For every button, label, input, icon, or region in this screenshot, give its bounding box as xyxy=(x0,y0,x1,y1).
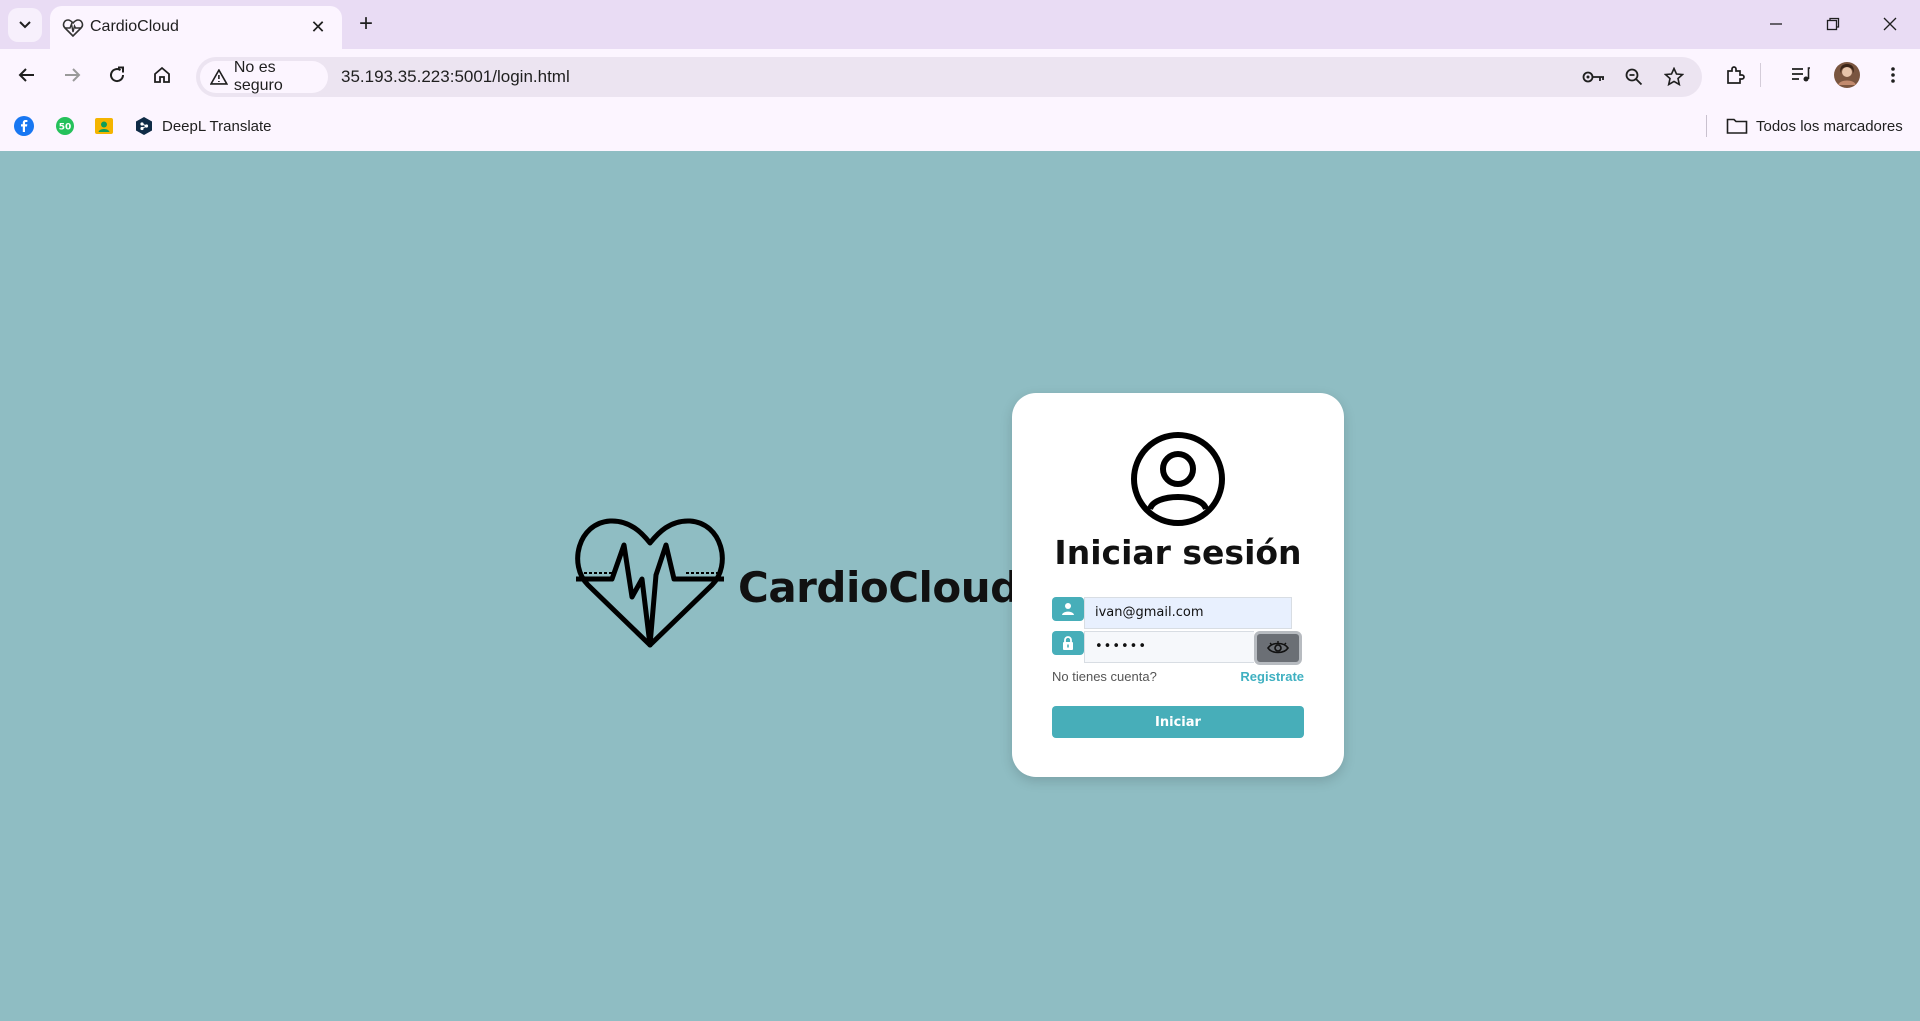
back-button[interactable] xyxy=(10,58,44,92)
zoom-out-icon xyxy=(1625,68,1643,86)
browser-tab-active[interactable]: CardioCloud ✕ xyxy=(50,6,342,49)
close-window-button[interactable] xyxy=(1872,10,1908,38)
svg-text:50: 50 xyxy=(59,123,72,133)
password-key-button[interactable] xyxy=(1578,61,1610,93)
lock-icon xyxy=(1052,631,1084,655)
security-label: No es seguro xyxy=(233,59,283,94)
avatar xyxy=(1834,62,1860,88)
login-button[interactable]: Iniciar xyxy=(1052,706,1304,738)
browser-menu-button[interactable] xyxy=(1876,58,1910,92)
close-tab-icon[interactable]: ✕ xyxy=(308,17,328,37)
password-input[interactable]: •••••• xyxy=(1084,631,1254,663)
arrow-right-icon xyxy=(65,68,81,82)
bookmark-whatsapp[interactable]: 50 xyxy=(55,115,75,137)
address-bar[interactable]: No es seguro 35.193.35.223:5001/login.ht… xyxy=(196,57,1702,97)
toggle-password-button[interactable] xyxy=(1254,631,1302,665)
star-icon xyxy=(1664,67,1684,87)
bookmark-label: DeepL Translate xyxy=(162,117,272,135)
contacts-icon xyxy=(95,118,113,134)
zoom-button[interactable] xyxy=(1618,61,1650,93)
email-field: ivan@gmail.com xyxy=(1052,597,1292,629)
bookmark-star-button[interactable] xyxy=(1658,61,1690,93)
facebook-icon xyxy=(14,116,34,136)
heart-pulse-icon xyxy=(62,19,84,38)
bookmark-deepl[interactable]: DeepL Translate xyxy=(134,115,272,137)
new-tab-button[interactable]: + xyxy=(352,10,380,38)
close-icon xyxy=(1883,17,1897,31)
url-text[interactable]: 35.193.35.223:5001/login.html xyxy=(341,67,570,87)
puzzle-icon xyxy=(1727,66,1745,84)
bookmarks-bar: 50 DeepL Translate Todos los marcadores xyxy=(0,101,1920,151)
login-title: Iniciar sesión xyxy=(1054,533,1302,572)
minimize-icon xyxy=(1770,23,1782,25)
bookmark-contacts[interactable] xyxy=(94,115,114,137)
brand: CardioCloud xyxy=(574,517,1020,657)
restore-button[interactable] xyxy=(1815,10,1851,38)
kebab-menu-icon xyxy=(1891,67,1895,83)
page-content: CardioCloud Iniciar sesión ivan@gmail.co… xyxy=(0,151,1920,1021)
eye-icon xyxy=(1267,641,1289,654)
tab-search-button[interactable] xyxy=(8,8,42,42)
login-card: Iniciar sesión ivan@gmail.com •••••• No … xyxy=(1012,393,1344,777)
profile-button[interactable] xyxy=(1830,58,1864,92)
key-icon xyxy=(1582,71,1604,83)
whatsapp-50-icon: 50 xyxy=(56,117,74,135)
site-info-button[interactable]: No es seguro xyxy=(200,59,328,94)
deepl-icon xyxy=(136,117,152,135)
heart-pulse-icon xyxy=(575,518,725,648)
warning-icon xyxy=(210,69,228,85)
tab-strip: CardioCloud ✕ + xyxy=(0,0,1920,49)
browser-toolbar: No es seguro 35.193.35.223:5001/login.ht… xyxy=(0,49,1920,101)
playlist-icon xyxy=(1792,67,1810,82)
no-account-text: No tienes cuenta? xyxy=(1052,669,1157,684)
reload-button[interactable] xyxy=(100,58,134,92)
all-bookmarks-button[interactable]: Todos los marcadores xyxy=(1726,115,1903,137)
all-bookmarks-label: Todos los marcadores xyxy=(1756,117,1903,135)
bookmarks-divider xyxy=(1706,115,1707,137)
arrow-left-icon xyxy=(18,68,34,82)
media-control-button[interactable] xyxy=(1784,58,1818,92)
restore-icon xyxy=(1826,17,1840,31)
chevron-down-icon xyxy=(19,21,31,29)
minimize-button[interactable] xyxy=(1758,10,1794,38)
home-icon xyxy=(154,66,170,83)
user-circle-icon xyxy=(1131,432,1225,526)
register-link[interactable]: Registrate xyxy=(1240,669,1304,684)
home-button[interactable] xyxy=(145,58,179,92)
folder-icon xyxy=(1726,118,1748,134)
toolbar-divider xyxy=(1760,63,1761,87)
reload-icon xyxy=(110,66,125,83)
tab-title: CardioCloud xyxy=(90,18,179,35)
brand-name: CardioCloud xyxy=(738,563,1020,612)
extensions-button[interactable] xyxy=(1718,58,1752,92)
email-input[interactable]: ivan@gmail.com xyxy=(1084,597,1292,629)
bookmark-facebook[interactable] xyxy=(14,115,34,137)
password-field: •••••• xyxy=(1052,631,1302,665)
forward-button[interactable] xyxy=(55,58,89,92)
user-icon xyxy=(1052,597,1084,621)
